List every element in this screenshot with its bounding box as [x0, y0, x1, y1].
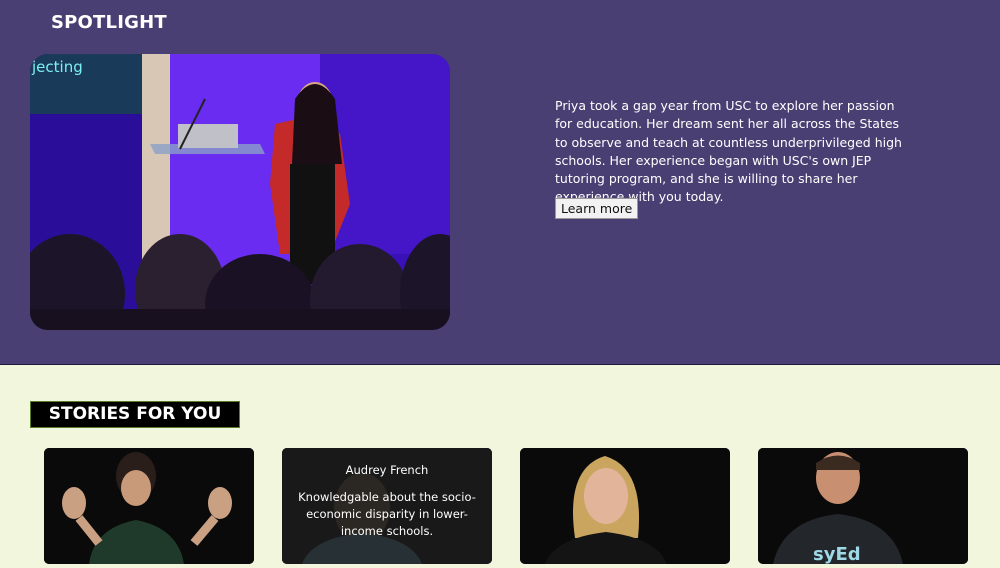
story-card-3[interactable]	[520, 448, 730, 564]
shirt-text: syEd	[813, 544, 861, 564]
story-photo-1	[44, 448, 254, 564]
learn-more-button[interactable]: Learn more	[555, 198, 639, 219]
spotlight-section: SPOTLIGHT jecting Priya took a gap year …	[0, 0, 1000, 365]
stories-heading: STORIES FOR YOU	[30, 401, 240, 428]
story-card-1[interactable]	[44, 448, 254, 564]
story-photo-4: syEd	[758, 448, 968, 564]
story-photo-3	[520, 448, 730, 564]
spotlight-photo: jecting	[30, 54, 450, 330]
story-card-4[interactable]: syEd	[758, 448, 968, 564]
story-description: Knowledgable about the socio-economic di…	[298, 490, 476, 538]
screen-text: jecting	[31, 58, 83, 76]
spotlight-description: Priya took a gap year from USC to explor…	[555, 98, 902, 205]
story-name: Audrey French	[345, 463, 429, 477]
spotlight-title: SPOTLIGHT	[51, 12, 167, 33]
story-card-overlay: Audrey French Knowledgable about the soc…	[282, 448, 492, 564]
story-card-2[interactable]: Audrey French Knowledgable about the soc…	[282, 448, 492, 564]
